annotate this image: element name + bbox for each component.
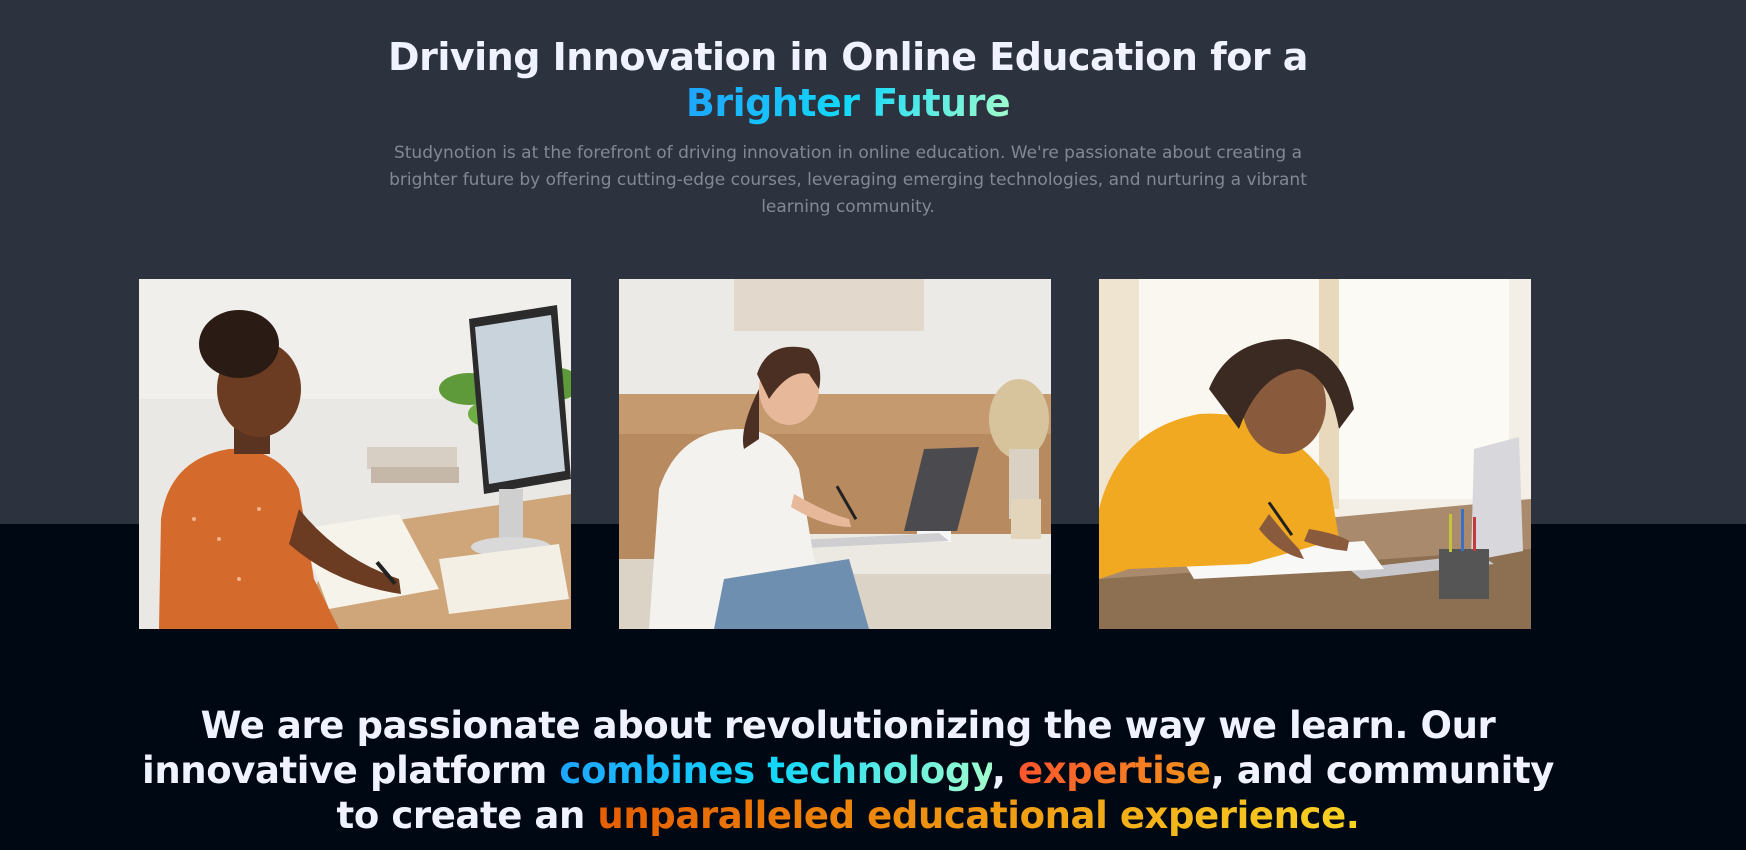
woman-studying-at-computer-photo — [139, 279, 571, 629]
hero-heading: Driving Innovation in Online Education f… — [0, 34, 1696, 126]
highlight-unparalleled-experience: unparalleled educational experience. — [597, 794, 1360, 837]
mission-statement: We are passionate about revolutionizing … — [120, 703, 1576, 838]
hero-description: Studynotion is at the forefront of drivi… — [389, 143, 1307, 217]
woman-writing-with-laptop-photo — [619, 279, 1051, 629]
girl-writing-at-desk-photo — [1099, 279, 1531, 629]
highlight-expertise: expertise — [1018, 749, 1211, 792]
hero-heading-highlight: Brighter Future — [685, 81, 1011, 125]
mission-text-separator: , — [991, 749, 1019, 792]
highlight-combines-technology: combines technology — [559, 749, 992, 792]
hero-heading-text: Driving Innovation in Online Education f… — [388, 35, 1308, 79]
